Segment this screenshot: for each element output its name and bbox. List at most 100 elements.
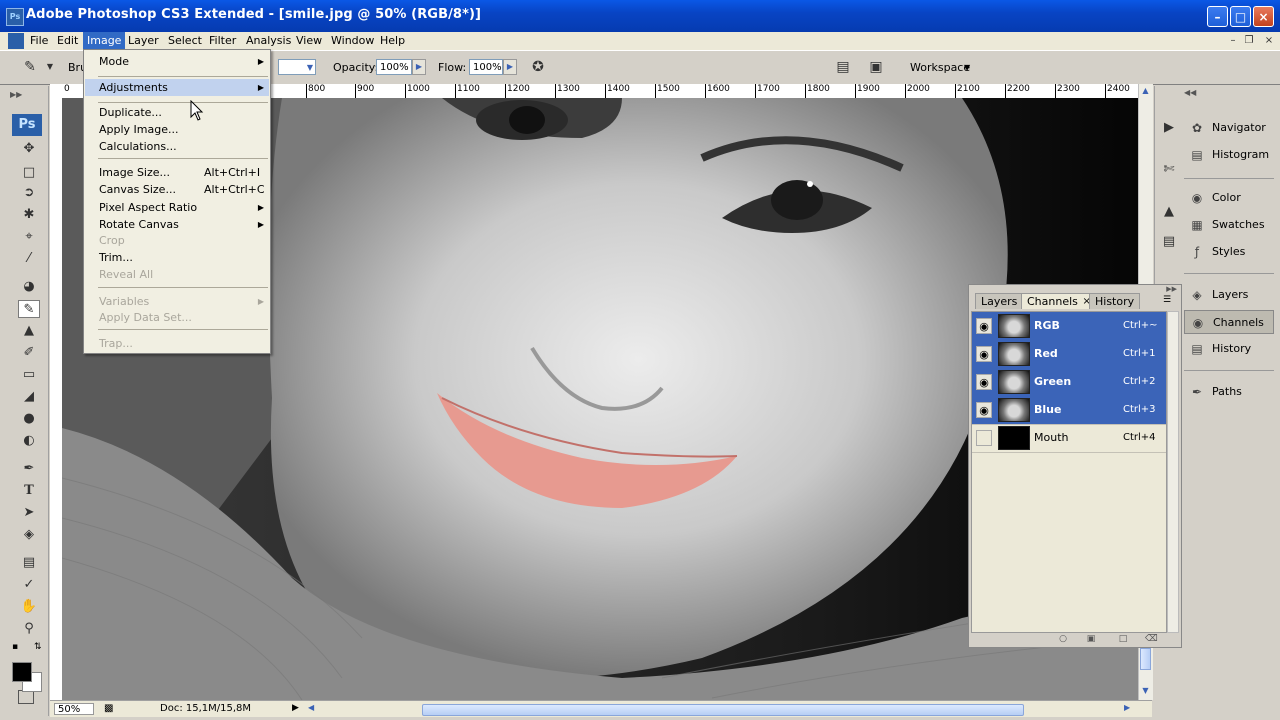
palette-well-icon[interactable]: ▤ (833, 57, 853, 77)
menu-item-trim[interactable]: Trim... (85, 249, 269, 266)
notes-tool-icon[interactable]: ▤ (18, 554, 40, 572)
actions-icon[interactable]: ▶ (1159, 118, 1179, 138)
scroll-left-icon[interactable]: ◀ (308, 703, 314, 712)
opacity-slider-button[interactable]: ▶ (412, 59, 426, 75)
dock-channels[interactable]: ◉ Channels (1184, 310, 1274, 334)
expand-toolbar-icon[interactable]: ▶▶ (10, 90, 22, 99)
visibility-toggle[interactable] (976, 430, 992, 446)
eye-icon[interactable]: ◉ (976, 318, 992, 334)
save-selection-icon[interactable]: ▣ (1085, 633, 1097, 645)
delete-channel-icon[interactable]: ⌫ (1145, 633, 1158, 645)
eye-icon[interactable]: ◉ (976, 374, 992, 390)
menu-item-reveal-all[interactable]: Reveal All (85, 266, 269, 283)
custom-shape-tool-icon[interactable]: ◈ (18, 526, 40, 544)
brush-tool-preset-icon[interactable]: ✎ (20, 57, 40, 77)
tool-presets-icon[interactable]: ✄ (1159, 160, 1179, 180)
close-button[interactable]: × (1253, 6, 1274, 27)
eye-icon[interactable]: ◉ (976, 346, 992, 362)
menu-item-variables[interactable]: Variables ▶ (85, 293, 269, 310)
scroll-down-icon[interactable]: ▼ (1140, 685, 1151, 697)
layer-comps-icon[interactable]: ▤ (1159, 232, 1179, 252)
menu-window[interactable]: Window (327, 32, 378, 50)
horizontal-scroll-thumb[interactable] (422, 704, 1024, 716)
menu-view[interactable]: View (292, 32, 326, 50)
menu-image[interactable]: Image (83, 32, 126, 50)
menu-item-adjustments[interactable]: Adjustments ▶ (85, 79, 269, 96)
load-selection-icon[interactable]: ○ (1057, 633, 1069, 645)
doc-restore-button[interactable]: ❐ (1242, 34, 1256, 47)
menu-item-pixel-aspect-ratio[interactable]: Pixel Aspect Ratio ▶ (85, 199, 269, 216)
menu-filter[interactable]: Filter (205, 32, 240, 50)
menu-item-apply-image[interactable]: Apply Image... (85, 121, 269, 138)
crop-tool-icon[interactable]: ⌖ (18, 228, 40, 246)
dock-color[interactable]: ◉ Color (1184, 186, 1274, 210)
menu-item-rotate-canvas[interactable]: Rotate Canvas ▶ (85, 216, 269, 233)
pen-tool-icon[interactable]: ✒ (18, 460, 40, 478)
healing-brush-tool-icon[interactable]: ◕ (18, 278, 40, 296)
workspace-chevron-icon[interactable]: ▼ (964, 63, 970, 72)
type-tool-icon[interactable]: T (18, 482, 40, 500)
hand-tool-icon[interactable]: ✋ (18, 598, 40, 616)
menu-layer[interactable]: Layer (124, 32, 163, 50)
path-selection-tool-icon[interactable]: ➤ (18, 504, 40, 522)
clone-stamp-tool-icon[interactable]: ▲ (18, 322, 40, 340)
new-channel-icon[interactable]: □ (1117, 633, 1129, 645)
eyedropper-tool-icon[interactable]: ✓ (18, 576, 40, 594)
mode-select[interactable]: ▼ (278, 59, 316, 75)
dock-paths[interactable]: ✒ Paths (1184, 380, 1274, 404)
minimize-button[interactable]: – (1207, 6, 1228, 27)
menu-help[interactable]: Help (376, 32, 409, 50)
doc-minimize-button[interactable]: – (1226, 34, 1240, 47)
flow-slider-button[interactable]: ▶ (503, 59, 517, 75)
blur-tool-icon[interactable]: ● (18, 410, 40, 428)
workspace-menu[interactable]: Workspace (910, 61, 970, 74)
clone-source-icon[interactable]: ▲ (1159, 202, 1179, 222)
menu-item-canvas-size[interactable]: Canvas Size... Alt+Ctrl+C (85, 181, 269, 198)
dock-styles[interactable]: ƒ Styles (1184, 240, 1274, 264)
status-menu-icon[interactable]: ▩ (104, 703, 113, 714)
marquee-tool-icon[interactable]: □ (18, 164, 40, 182)
dock-layers[interactable]: ◈ Layers (1184, 283, 1274, 307)
history-brush-tool-icon[interactable]: ✐ (18, 344, 40, 362)
opacity-field[interactable]: 100% (376, 59, 412, 75)
menu-item-trap[interactable]: Trap... (85, 335, 269, 352)
menu-edit[interactable]: Edit (53, 32, 82, 50)
panel-collapse-icon[interactable]: ▶▶ (1166, 285, 1177, 293)
chevron-down-icon[interactable]: ▼ (40, 57, 60, 77)
swap-colors-icon[interactable]: ⇅ (34, 642, 42, 652)
dodge-tool-icon[interactable]: ◐ (18, 432, 40, 450)
menu-item-image-size[interactable]: Image Size... Alt+Ctrl+I (85, 164, 269, 181)
menu-item-calculations[interactable]: Calculations... (85, 138, 269, 155)
channel-row-blue[interactable]: ◉ Blue Ctrl+3 (972, 396, 1166, 425)
tab-channels[interactable]: Channels × (1021, 293, 1095, 309)
channel-row-mouth[interactable]: Mouth Ctrl+4 (972, 424, 1166, 453)
gradient-tool-icon[interactable]: ◢ (18, 388, 40, 406)
scroll-up-icon[interactable]: ▲ (1140, 85, 1151, 97)
scroll-right-icon[interactable]: ▶ (1124, 703, 1130, 712)
brush-tool-icon[interactable]: ✎ (18, 300, 40, 318)
slice-tool-icon[interactable]: ⁄ (18, 250, 40, 268)
dock-navigator[interactable]: ✿ Navigator (1184, 116, 1274, 140)
zoom-tool-icon[interactable]: ⚲ (18, 620, 40, 638)
maximize-button[interactable]: □ (1230, 6, 1251, 27)
tab-history[interactable]: History (1089, 293, 1141, 309)
move-tool-icon[interactable]: ✥ (18, 140, 40, 158)
doc-close-button[interactable]: × (1262, 34, 1276, 47)
channel-row-rgb[interactable]: ◉ RGB Ctrl+~ (972, 312, 1166, 341)
dock-history[interactable]: ▤ History (1184, 337, 1274, 361)
channel-row-red[interactable]: ◉ Red Ctrl+1 (972, 340, 1166, 369)
vertical-scroll-thumb[interactable] (1140, 648, 1151, 670)
menu-item-crop[interactable]: Crop (85, 232, 269, 249)
flow-field[interactable]: 100% (469, 59, 503, 75)
airbrush-icon[interactable]: ✪ (528, 57, 548, 77)
zoom-level-field[interactable]: 50% (54, 703, 94, 715)
dock-histogram[interactable]: ▤ Histogram (1184, 143, 1274, 167)
menu-item-duplicate[interactable]: Duplicate... (85, 104, 269, 121)
dock-swatches[interactable]: ▦ Swatches (1184, 213, 1274, 237)
foreground-color-swatch[interactable] (12, 662, 32, 682)
panel-menu-icon[interactable]: ☰ (1163, 295, 1171, 305)
menu-item-mode[interactable]: Mode ▶ (85, 53, 269, 70)
menu-select[interactable]: Select (164, 32, 206, 50)
magic-wand-tool-icon[interactable]: ✱ (18, 206, 40, 224)
lasso-tool-icon[interactable]: ➲ (18, 184, 40, 202)
